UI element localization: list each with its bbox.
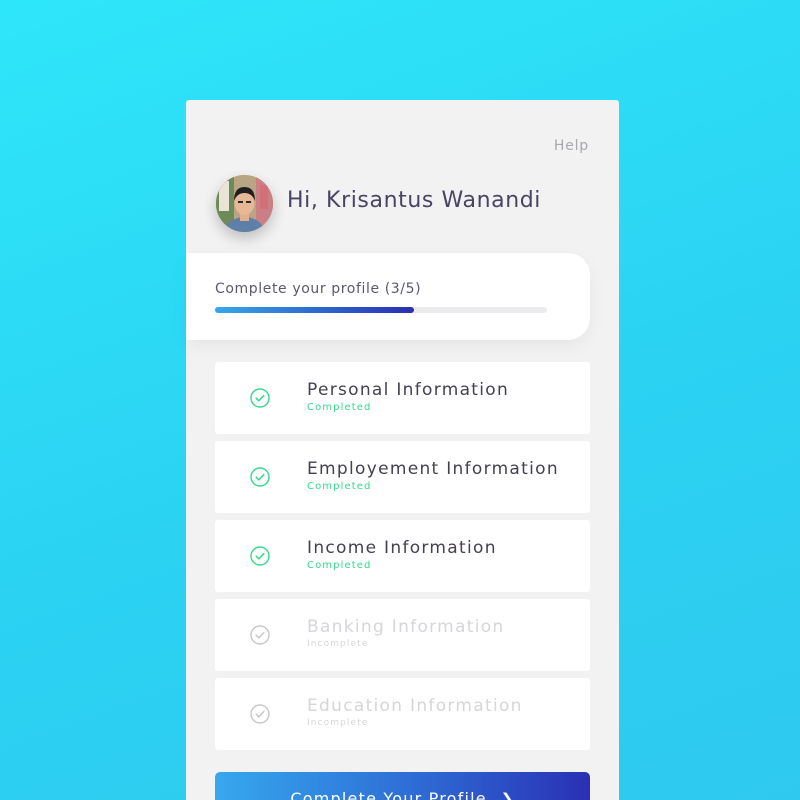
progress-panel: Complete your profile (3/5) — [186, 253, 590, 340]
step-status: Completed — [307, 481, 372, 492]
help-link[interactable]: Help — [554, 138, 589, 154]
progress-bar — [215, 307, 547, 313]
step-status: Incomplete — [307, 718, 369, 728]
step-title: Income Information — [307, 538, 497, 558]
step-status: Incomplete — [307, 639, 369, 649]
complete-profile-button-label: Complete Your Profile — [290, 789, 487, 800]
check-circle-icon — [250, 704, 270, 724]
check-circle-icon — [250, 467, 270, 487]
progress-bar-fill — [215, 307, 415, 313]
avatar[interactable] — [216, 175, 273, 232]
step-item-education[interactable]: Education Information Incomplete — [215, 678, 590, 750]
check-circle-icon — [250, 546, 270, 566]
greeting-title: Hi, Krisantus Wanandi — [287, 188, 542, 213]
step-status: Completed — [307, 560, 372, 571]
step-title: Personal Information — [307, 380, 510, 400]
progress-label: Complete your profile (3/5) — [215, 281, 422, 297]
step-item-income[interactable]: Income Information Completed — [215, 520, 590, 592]
step-item-employement[interactable]: Employement Information Completed — [215, 441, 590, 513]
complete-profile-button[interactable]: Complete Your Profile ❯ — [215, 772, 590, 800]
step-title: Education Information — [307, 696, 523, 716]
profile-card: Help Hi, Krisantus Wanandi Complete your… — [186, 100, 619, 800]
check-circle-icon — [250, 388, 270, 408]
step-item-banking[interactable]: Banking Information Incomplete — [215, 599, 590, 671]
step-status: Completed — [307, 402, 372, 413]
chevron-right-icon: ❯ — [500, 790, 515, 800]
check-circle-icon — [250, 625, 270, 645]
step-item-personal[interactable]: Personal Information Completed — [215, 362, 590, 434]
step-title: Banking Information — [307, 617, 505, 637]
step-title: Employement Information — [307, 459, 559, 479]
